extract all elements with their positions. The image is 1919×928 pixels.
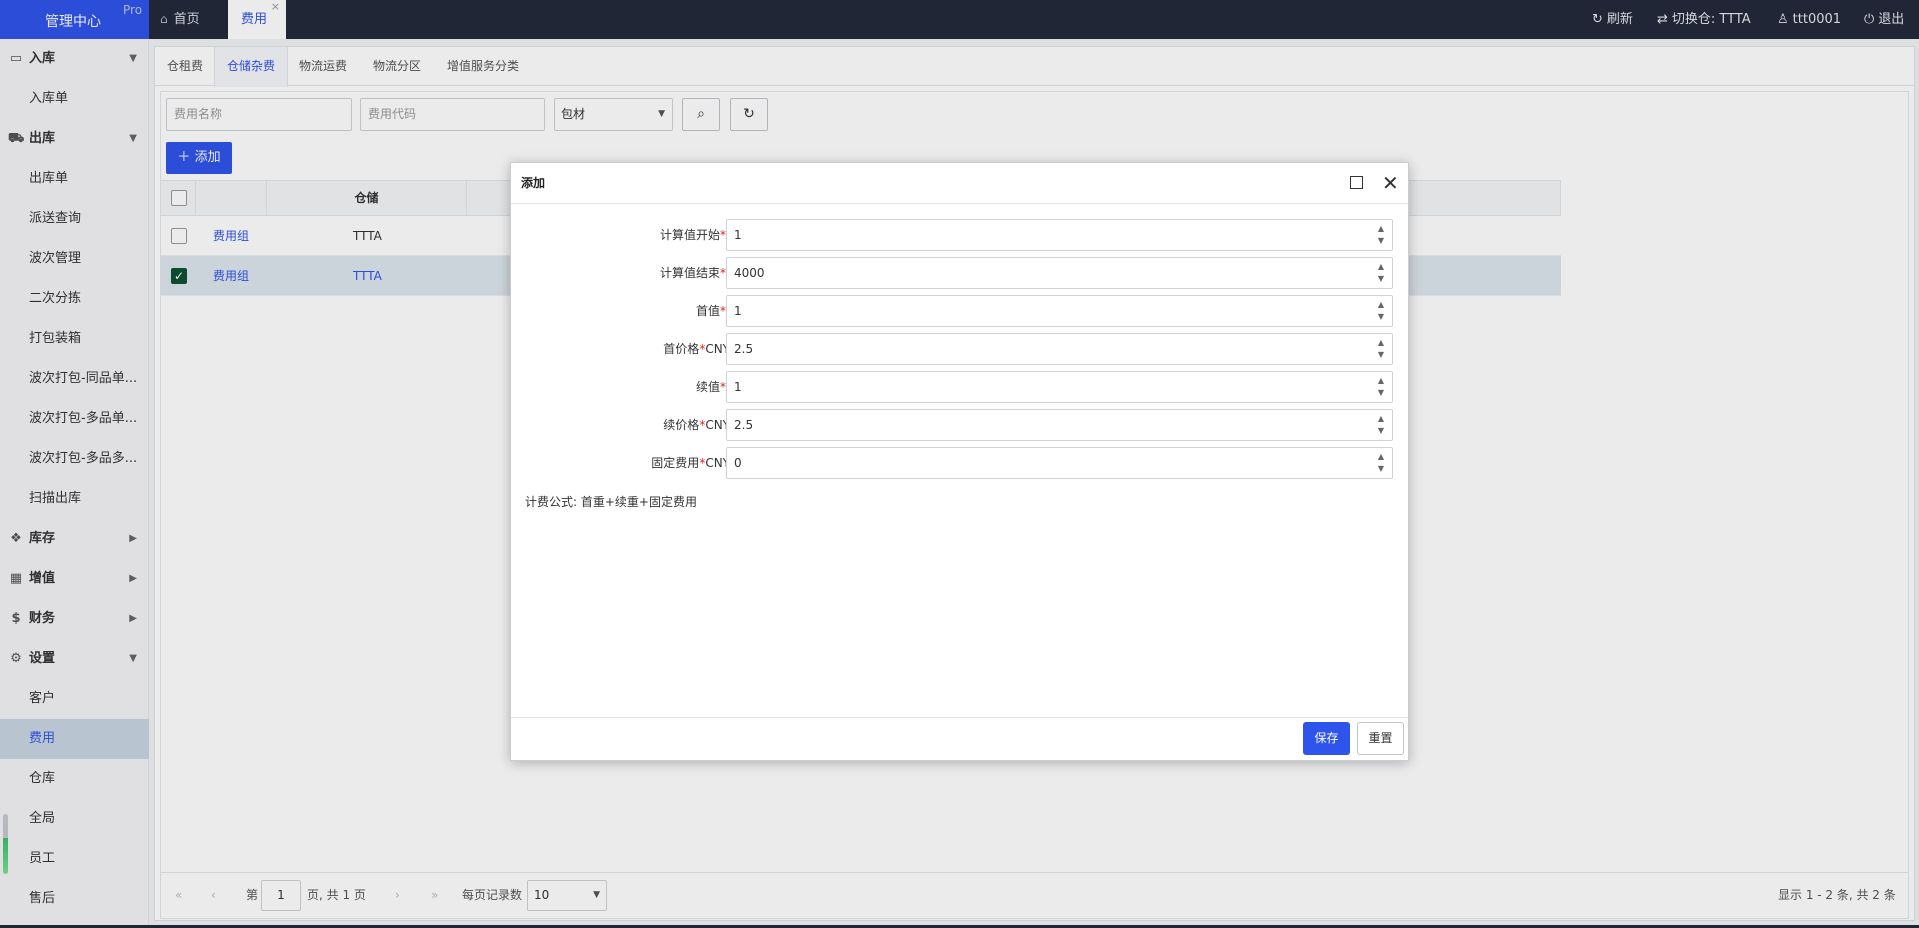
spinner-icon[interactable]: ▲ ▼ [1376,261,1386,285]
spinner-icon[interactable]: ▲ ▼ [1376,299,1386,323]
form-row-next-price: 续价格*CNY 2.5 ▲ ▼ [511,407,1408,443]
billing-formula: 计费公式: 首重+续重+固定费用 [525,495,697,509]
next-price-input[interactable]: 2.5 ▲ ▼ [726,409,1393,441]
field-label-text: 计算值开始 [659,228,720,242]
field-value: 1 [734,228,742,242]
maximize-icon[interactable] [1350,176,1363,189]
form-row-first-value: 首值*: 1 ▲▼ [511,293,1408,329]
reset-button[interactable]: 重置 [1357,722,1404,755]
form-row-fixed-fee: 固定费用*CNY 0 ▲ ▼ [511,445,1408,481]
field-value: 0 [734,456,742,470]
save-button[interactable]: 保存 [1303,722,1350,755]
field-label-text: 续值 [695,380,720,394]
spinner-icon[interactable]: ▲ ▼ [1376,451,1386,475]
field-value: 1 [734,304,742,318]
spinner-icon[interactable]: ▲ ▼ [1376,375,1386,399]
spinner-icon[interactable]: ▲ ▼ [1376,413,1386,437]
fixed-fee-input[interactable]: 0 ▲ ▼ [726,447,1393,479]
calc-end-label: 计算值结束*: [660,255,730,291]
form-row-first-price: 首价格*CNY 2.5 ▲ ▼ [511,331,1408,367]
next-price-label: 续价格*CNY [663,407,730,443]
calc-end-input[interactable]: 4000 ▲ ▼ [726,257,1393,289]
close-icon[interactable]: ✕ [1382,169,1399,197]
field-label-text: 续价格 [663,418,700,432]
field-label-text: 计算值结束 [659,266,720,280]
add-dialog: 添加 ✕ 计算值开始*: 1 ▲▼ 计算值结束*: 4000 ▲▼ 首值*: 1 ▲▼… [510,162,1409,761]
field-value: 4000 [734,266,765,280]
next-value-label: 续值*: [696,369,730,405]
first-price-input[interactable]: 2.5 ▲ ▼ [726,333,1393,365]
form-row-next-value: 续值*: 1 ▲▼ [511,369,1408,405]
dialog-footer: 保存 重置 [511,717,1408,760]
first-value-input[interactable]: 1 ▲ ▼ [726,295,1393,327]
spinner-icon[interactable]: ▲ ▼ [1376,223,1386,247]
calc-start-label: 计算值开始*: [660,217,730,253]
dialog-title: 添加 [521,176,546,190]
first-value-label: 首值*: [696,293,730,329]
spinner-icon[interactable]: ▲ ▼ [1376,337,1386,361]
field-label-text: 固定费用 [651,456,700,470]
field-label-text: 首价格 [663,342,700,356]
dialog-header: 添加 ✕ [511,163,1408,204]
next-value-input[interactable]: 1 ▲ ▼ [726,371,1393,403]
first-price-label: 首价格*CNY [663,331,730,367]
form-row-calc-end: 计算值结束*: 4000 ▲▼ [511,255,1408,291]
calc-start-input[interactable]: 1 ▲ ▼ [726,219,1393,251]
field-value: 1 [734,380,742,394]
field-label-text: 首值 [695,304,720,318]
form-row-calc-start: 计算值开始*: 1 ▲▼ [511,217,1408,253]
field-value: 2.5 [734,418,754,432]
fixed-fee-label: 固定费用*CNY [651,445,730,481]
field-value: 2.5 [734,342,754,356]
